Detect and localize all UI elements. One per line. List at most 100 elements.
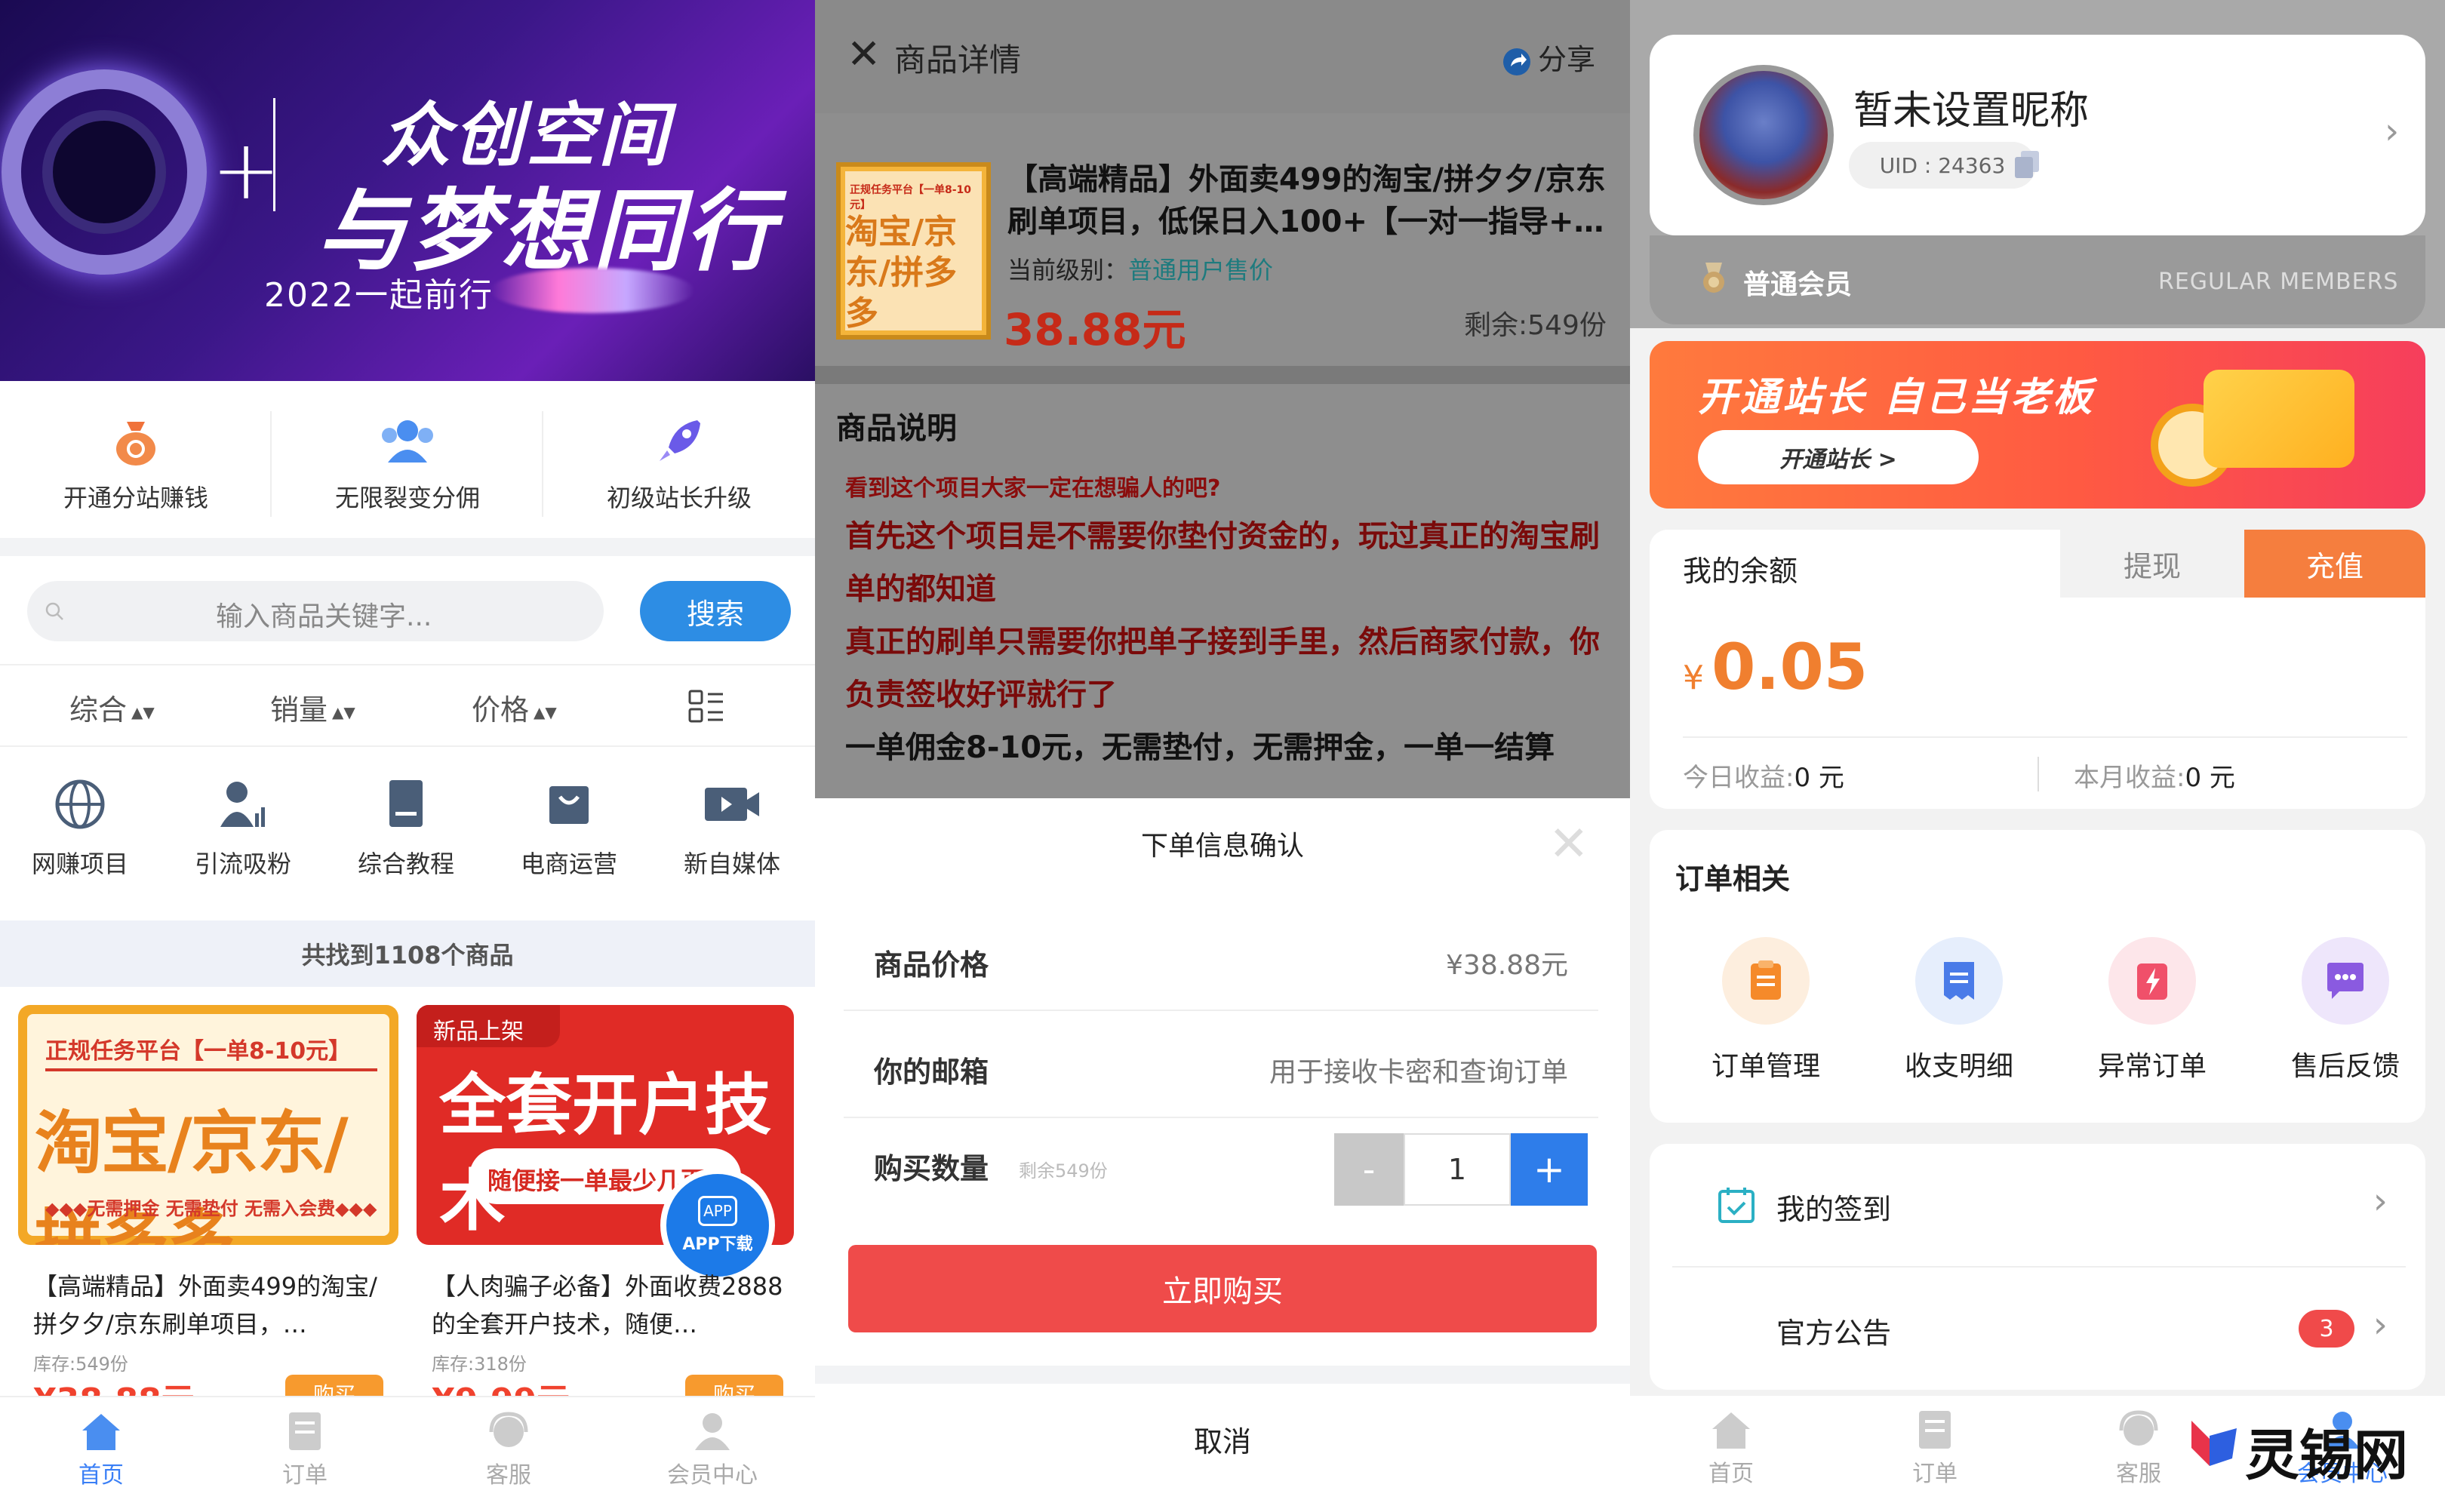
sort-label: 价格 xyxy=(472,693,530,727)
orders-icon xyxy=(1919,1411,1951,1449)
tab-orders[interactable]: 订单 xyxy=(1882,1409,1988,1488)
quick-upgrade[interactable]: 初级站长升级 xyxy=(543,400,815,528)
divider xyxy=(1683,736,2407,738)
description-heading: 商品说明 xyxy=(836,411,957,446)
quick-fission[interactable]: 无限裂变分佣 xyxy=(272,400,543,528)
close-icon[interactable]: ✕ xyxy=(847,30,881,78)
product-thumbnail[interactable]: 正规任务平台【一单8-10元】 淘宝/京东/拼多多 xyxy=(836,162,991,340)
avatar[interactable] xyxy=(1693,65,1834,205)
category-traffic[interactable]: 引流吸粉 xyxy=(163,777,323,890)
sort-price[interactable]: 价格 ▲▼ xyxy=(472,687,557,728)
email-row[interactable]: 你的邮箱 用于接收卡密和查询订单 xyxy=(844,1013,1598,1118)
decrement-button[interactable]: - xyxy=(1334,1133,1404,1206)
copy-icon[interactable] xyxy=(2013,149,2041,180)
description-line: 真正的刷单只需要你把单子接到手里，然后商家付款，你负责签收好评就行了 xyxy=(845,625,1600,712)
notification-badge: 3 xyxy=(2299,1310,2354,1348)
open-station-button[interactable]: 开通站长 > xyxy=(1698,430,1979,484)
product-title[interactable]: 【高端精品】外面卖499的淘宝/拼夕夕/京东刷单项目，… xyxy=(33,1268,395,1343)
row-label: 购买数量 xyxy=(874,1152,989,1185)
category-tutorials[interactable]: 综合教程 xyxy=(326,777,486,890)
quantity-input[interactable]: 1 xyxy=(1404,1133,1511,1206)
quick-label: 无限裂变分佣 xyxy=(334,484,480,512)
today-label: 今日收益: xyxy=(1683,763,1795,793)
headset-icon xyxy=(2119,1410,2158,1446)
member-center-screen: 暂未设置昵称 UID : 24363 › 普通会员 REGULAR MEMBER… xyxy=(1630,0,2445,1512)
category-online-earning[interactable]: 网赚项目 xyxy=(0,777,160,890)
price-row: 商品价格 ¥38.88元 xyxy=(844,905,1598,1011)
close-icon[interactable]: ✕ xyxy=(1548,816,1589,872)
tab-home[interactable]: 首页 xyxy=(1678,1409,1784,1488)
app-download-badge[interactable]: APP APP下载 xyxy=(660,1168,775,1283)
chat-icon xyxy=(2302,937,2389,1025)
user-id: UID : 24363 xyxy=(1849,142,2036,189)
divider xyxy=(2038,757,2039,791)
product-title[interactable]: 【人肉骗子必备】外面收费2888的全套开户技术，随便… xyxy=(432,1268,794,1343)
home-screen: + 众创空间 与梦想同行 2022一起前行 开通分站赚钱 无限裂变分佣 初级站长… xyxy=(0,0,815,1512)
quick-open-substation[interactable]: 开通分站赚钱 xyxy=(0,400,272,528)
watermark-text: 灵锡网 xyxy=(2245,1424,2409,1487)
image-headline: 淘宝/京东/拼多多 xyxy=(35,1104,349,1245)
product-image[interactable]: 正规任务平台【一单8-10元】 淘宝/京东/拼多多 ◆◆◆无需押金 无需垫付 无… xyxy=(18,1005,398,1245)
description-line: 看到这个项目大家一定在想骗人的吧? xyxy=(845,475,1221,502)
home-icon xyxy=(82,1414,120,1450)
banner-slogan: 2022一起前行 xyxy=(264,276,494,315)
result-count: 共找到1108个商品 xyxy=(0,920,815,987)
chevron-right-icon: › xyxy=(2373,1304,2388,1346)
bag-icon xyxy=(549,786,589,824)
section-gap xyxy=(815,366,1630,384)
medal-icon xyxy=(1703,263,1724,293)
layout-toggle-icon[interactable] xyxy=(688,690,724,724)
product-stock: 库存:549份 xyxy=(33,1354,128,1375)
search-button[interactable]: 搜索 xyxy=(640,581,791,641)
new-tag-label: 新品上架 xyxy=(433,1019,524,1045)
image-subline: ◆◆◆无需押金 无需垫付 无需入会费◆◆◆ xyxy=(45,1198,377,1219)
tab-home[interactable]: 首页 xyxy=(48,1411,154,1489)
buy-now-button[interactable]: 立即购买 xyxy=(848,1245,1597,1332)
member-level: 普通会员 xyxy=(1743,269,1853,300)
sort-overall[interactable]: 综合 ▲▼ xyxy=(69,687,155,728)
category-new-media[interactable]: 新自媒体 xyxy=(652,777,812,890)
image-tag: 正规任务平台【一单8-10元】 xyxy=(45,1038,352,1065)
income-details[interactable]: 收支明细 xyxy=(1884,937,2034,1083)
calendar-check-icon xyxy=(1718,1188,1755,1223)
email-field[interactable]: 用于接收卡密和查询订单 xyxy=(1269,1050,1568,1089)
today-earnings: 今日收益:0 元 xyxy=(1683,757,1844,794)
book-icon xyxy=(389,780,423,827)
people-icon xyxy=(382,420,433,463)
rocket-icon xyxy=(660,420,700,461)
row-value: ¥38.88元 xyxy=(1446,950,1568,981)
tab-member-center[interactable]: 会员中心 xyxy=(660,1411,765,1489)
nickname: 暂未设置昵称 xyxy=(1853,88,2090,134)
list-item-checkin[interactable]: 我的签到 › xyxy=(1650,1144,2425,1267)
banner-divider xyxy=(273,98,275,211)
increment-button[interactable]: + xyxy=(1511,1133,1588,1206)
thumb-headline: 淘宝/京东/拼多多 xyxy=(845,213,958,333)
promo-banner[interactable]: + 众创空间 与梦想同行 2022一起前行 xyxy=(0,0,815,381)
tab-service[interactable]: 客服 xyxy=(2086,1409,2191,1488)
order-item-label: 收支明细 xyxy=(1904,1051,2013,1082)
share-icon xyxy=(1503,48,1530,75)
recharge-button[interactable]: 充值 xyxy=(2244,530,2425,598)
clipboard-icon xyxy=(1722,937,1810,1025)
tab-label: 首页 xyxy=(1708,1461,1754,1487)
tab-service[interactable]: 客服 xyxy=(456,1411,561,1489)
sort-sales[interactable]: 销量 ▲▼ xyxy=(270,687,355,728)
category-label: 综合教程 xyxy=(357,850,454,878)
abnormal-orders[interactable]: 异常订单 xyxy=(2077,937,2228,1083)
withdraw-button[interactable]: 提现 xyxy=(2060,530,2244,598)
share-button[interactable]: 分享 xyxy=(1502,36,1595,78)
image-line xyxy=(45,1068,377,1071)
search-input[interactable]: 输入商品关键字... xyxy=(27,581,604,641)
tab-orders[interactable]: 订单 xyxy=(252,1411,358,1489)
balance-amount: ¥0.05 xyxy=(1683,630,1868,704)
chevron-right-icon[interactable]: › xyxy=(2385,110,2399,152)
order-item-label: 售后反馈 xyxy=(2290,1051,2400,1082)
order-management[interactable]: 订单管理 xyxy=(1690,937,1841,1083)
category-label: 新自媒体 xyxy=(683,850,780,878)
category-ecommerce[interactable]: 电商运营 xyxy=(489,777,649,890)
list-item-label: 我的签到 xyxy=(1776,1193,1892,1226)
after-sales-feedback[interactable]: 售后反馈 xyxy=(2270,937,2421,1083)
tab-label: 订单 xyxy=(282,1462,328,1489)
product-price: 38.88元 xyxy=(1004,304,1186,355)
cancel-button[interactable]: 取消 xyxy=(815,1418,1630,1460)
